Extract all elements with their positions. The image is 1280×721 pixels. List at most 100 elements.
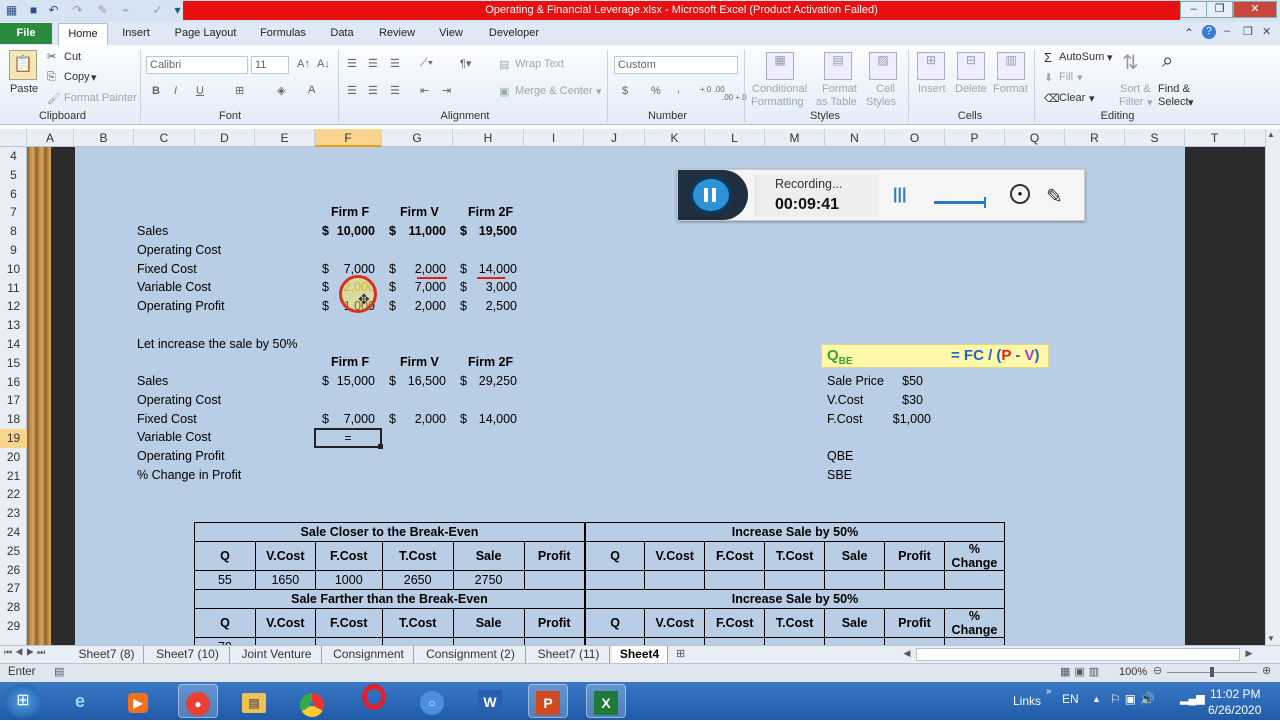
operating-profit-value-1[interactable]: 2,000: [398, 299, 446, 313]
paste-button[interactable]: Paste: [10, 83, 38, 95]
table-header-cell[interactable]: % Change: [943, 541, 1006, 571]
paste-icon[interactable]: 📋: [9, 50, 37, 80]
copy-button[interactable]: Copy: [64, 71, 90, 83]
zoom-slider-thumb[interactable]: [1210, 667, 1214, 677]
row-header-28[interactable]: 28: [0, 598, 27, 617]
header2-firm-2f[interactable]: Firm 2F: [468, 355, 513, 369]
hscroll-right-icon[interactable]: ▶: [1240, 648, 1258, 661]
cell-styles-button-line2[interactable]: Styles: [866, 96, 896, 108]
label-qbe[interactable]: QBE: [827, 449, 853, 463]
sales2-value-2[interactable]: 29,250: [469, 374, 517, 388]
excel-taskbar-icon[interactable]: X: [586, 684, 626, 718]
table-title-increase-2[interactable]: Increase Sale by 50%: [584, 589, 1005, 609]
be-label-sale-price[interactable]: Sale Price: [827, 374, 884, 388]
fixed-cost-value-0[interactable]: 7,000: [327, 262, 375, 276]
fixed-cost-value-1[interactable]: 2,000: [398, 262, 446, 276]
table-header-cell[interactable]: F.Cost: [314, 541, 383, 571]
sheet-tab-consignment[interactable]: Consignment: [324, 646, 414, 663]
header-firm-v[interactable]: Firm V: [400, 205, 439, 219]
table-header-cell[interactable]: T.Cost: [764, 608, 826, 638]
be-value-vcost[interactable]: $30: [880, 393, 923, 407]
find-select-button-line2[interactable]: Select: [1158, 96, 1189, 108]
scroll-down-icon[interactable]: ▼: [1267, 634, 1275, 643]
table-header-cell[interactable]: Q: [584, 541, 646, 571]
row-header-21[interactable]: 21: [0, 467, 27, 486]
sheet-tab-sheet7-10[interactable]: Sheet7 (10): [146, 646, 230, 663]
fill-handle[interactable]: [378, 444, 383, 449]
label-sales[interactable]: Sales: [137, 224, 168, 238]
powerpoint-icon[interactable]: P: [528, 684, 568, 718]
bold-icon[interactable]: B: [152, 85, 160, 97]
underline-icon[interactable]: U: [196, 85, 204, 97]
workbook-close-icon[interactable]: ✕: [1262, 25, 1271, 38]
table-header-cell[interactable]: F.Cost: [314, 608, 383, 638]
column-header-b[interactable]: B: [74, 129, 134, 147]
row-header-9[interactable]: 9: [0, 241, 27, 260]
be-label-fcost[interactable]: F.Cost: [827, 412, 862, 426]
currency-button[interactable]: $: [622, 85, 628, 97]
hscroll-left-icon[interactable]: ◀: [898, 648, 916, 661]
column-header-d[interactable]: D: [195, 129, 255, 147]
header2-firm-v[interactable]: Firm V: [400, 355, 439, 369]
table-cell[interactable]: 1650: [254, 570, 316, 590]
autosum-dropdown-icon[interactable]: ▾: [1107, 51, 1113, 64]
table-header-cell[interactable]: Sale: [452, 608, 525, 638]
restore-button[interactable]: ❐: [1206, 1, 1233, 18]
internet-explorer-icon[interactable]: e: [60, 684, 100, 718]
tab-view[interactable]: View: [430, 22, 472, 45]
label-variable-cost[interactable]: Variable Cost: [137, 280, 211, 294]
font-name-combo[interactable]: Calibri: [146, 56, 248, 74]
row-header-8[interactable]: 8: [0, 222, 27, 241]
be-value-sale-price[interactable]: $50: [880, 374, 923, 388]
table-header-cell[interactable]: V.Cost: [254, 608, 316, 638]
format-as-table-button[interactable]: Format: [822, 83, 857, 95]
number-format-combo[interactable]: Custom: [614, 56, 738, 74]
sort-filter-dropdown-icon[interactable]: ▾: [1147, 96, 1153, 109]
insert-sheet-icon[interactable]: ⊞: [676, 647, 685, 660]
row-header-15[interactable]: 15: [0, 354, 27, 373]
save-icon[interactable]: ■: [26, 3, 41, 18]
table-header-cell[interactable]: Sale: [824, 608, 886, 638]
header-firm-f[interactable]: Firm F: [331, 205, 369, 219]
merge-dropdown-icon[interactable]: ▾: [596, 85, 602, 98]
fixed-cost-value-2[interactable]: 14,000: [469, 262, 517, 276]
indent-increase-icon[interactable]: ⇥: [442, 84, 451, 97]
undo-icon[interactable]: ↶: [46, 3, 61, 18]
operating-profit-value-2[interactable]: 2,500: [469, 299, 517, 313]
format-as-table-button-line2[interactable]: as Table: [816, 96, 857, 108]
header2-firm-f[interactable]: Firm F: [331, 355, 369, 369]
label2-variable-cost[interactable]: Variable Cost: [137, 430, 211, 444]
chrome-canary-icon[interactable]: ○: [412, 684, 452, 718]
align-top-icon[interactable]: ☰: [347, 57, 357, 70]
row-header-4[interactable]: 4: [0, 147, 27, 166]
table-header-cell[interactable]: T.Cost: [764, 541, 826, 571]
font-color-icon[interactable]: A: [308, 84, 315, 96]
table-header-cell[interactable]: Profit: [523, 608, 586, 638]
fixed2-cost-value-1[interactable]: 2,000: [398, 412, 446, 426]
sheet-tab-sheet4[interactable]: Sheet4: [612, 646, 668, 663]
links-expand-icon[interactable]: »: [1046, 686, 1052, 697]
shrink-font-icon[interactable]: A↓: [317, 58, 330, 70]
sheet-tab-joint-venture[interactable]: Joint Venture: [232, 646, 322, 663]
sales-value-0[interactable]: 10,000: [327, 224, 375, 238]
column-header-r[interactable]: R: [1065, 129, 1125, 147]
fill-color-icon[interactable]: ◈: [277, 84, 285, 97]
column-header-a[interactable]: A: [27, 129, 74, 147]
tab-data[interactable]: Data: [322, 22, 362, 45]
align-center-icon[interactable]: ☰: [368, 84, 378, 97]
table-header-cell[interactable]: Sale: [452, 541, 525, 571]
column-header-j[interactable]: J: [584, 129, 645, 147]
table-cell[interactable]: 2650: [381, 570, 454, 590]
network-icon[interactable]: ▂▄▆: [1180, 692, 1205, 705]
table-header-cell[interactable]: F.Cost: [704, 541, 766, 571]
table-title-increase-1[interactable]: Increase Sale by 50%: [584, 522, 1005, 542]
table-cell[interactable]: 55: [194, 570, 256, 590]
horizontal-scrollbar[interactable]: [916, 648, 1240, 661]
links-toolbar[interactable]: Links: [1013, 694, 1041, 708]
clear-dropdown-icon[interactable]: ▾: [1089, 92, 1095, 105]
row-header-29[interactable]: 29: [0, 617, 27, 636]
row-header-27[interactable]: 27: [0, 579, 27, 598]
table-title-closer[interactable]: Sale Closer to the Break-Even: [193, 522, 586, 542]
tab-formulas[interactable]: Formulas: [252, 22, 314, 45]
align-bottom-icon[interactable]: ☰: [390, 57, 400, 70]
